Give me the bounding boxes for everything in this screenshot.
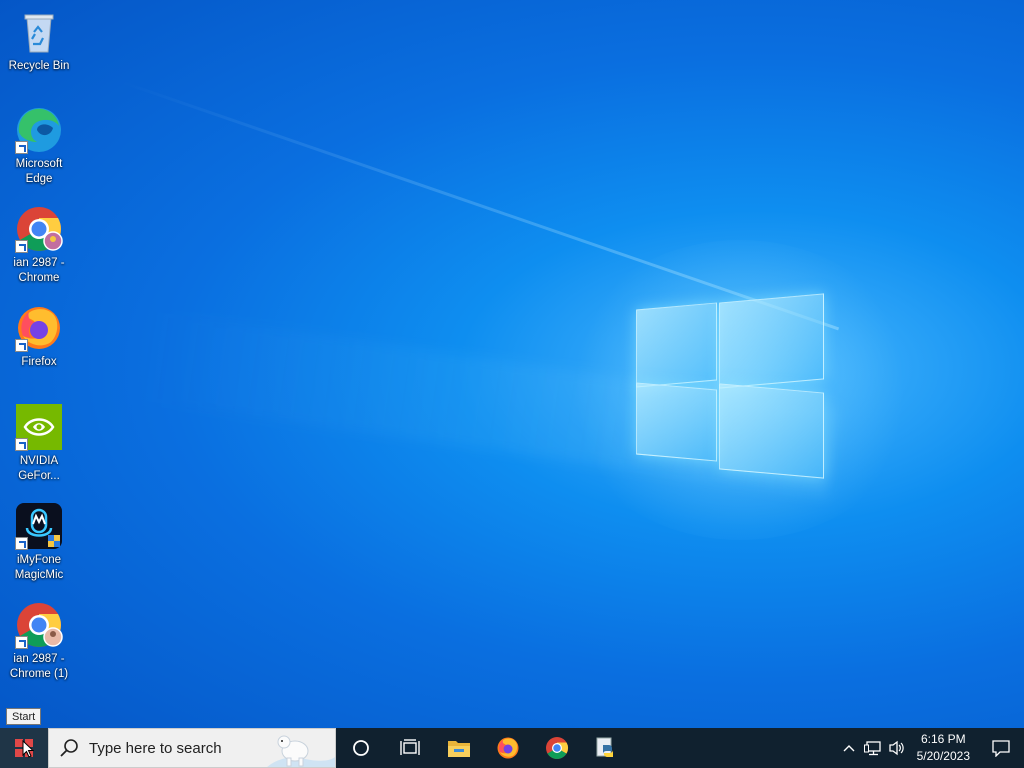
search-placeholder: Type here to search	[89, 739, 222, 757]
desktop-icon-chrome-profile-1[interactable]: ian 2987 - Chrome (1)	[3, 601, 75, 682]
start-tooltip: Start	[6, 708, 42, 725]
recycle-bin-icon	[15, 8, 63, 56]
system-tray: 6:16 PM 5/20/2023	[837, 728, 1024, 768]
chrome-icon	[15, 205, 63, 253]
desktop-icon-label: Recycle Bin	[8, 60, 70, 72]
desktop-icon-label: Firefox	[21, 356, 57, 368]
edge-icon	[15, 106, 63, 154]
desktop-icon-chrome-profile[interactable]: ian 2987 - Chrome	[3, 205, 75, 286]
show-hidden-icons-button[interactable]	[837, 728, 861, 768]
desktop-icon-recycle-bin[interactable]: Recycle Bin	[3, 8, 75, 74]
desktop-icon-nvidia-geforce[interactable]: NVIDIA GeFor...	[3, 403, 75, 484]
notification-icon	[992, 740, 1010, 757]
python-icon	[596, 737, 613, 757]
shortcut-arrow-icon	[15, 339, 28, 352]
task-view-button[interactable]	[385, 728, 434, 768]
desktop-icon-label: Microsoft Edge	[15, 158, 63, 185]
chrome-icon	[15, 601, 63, 649]
desktop-icon-label: NVIDIA GeFor...	[18, 455, 60, 482]
start-button[interactable]	[0, 728, 48, 768]
network-button[interactable]	[861, 728, 885, 768]
desktop-icon-label: iMyFone MagicMic	[14, 554, 64, 581]
search-box[interactable]: Type here to search	[48, 728, 336, 768]
taskbar-firefox[interactable]	[483, 728, 532, 768]
volume-button[interactable]	[885, 728, 909, 768]
clock-date: 5/20/2023	[916, 749, 970, 763]
volume-icon	[888, 740, 904, 756]
task-view-icon	[399, 739, 420, 755]
windows-logo-wallpaper	[636, 290, 824, 480]
clock-time: 6:16 PM	[920, 732, 966, 746]
shortcut-arrow-icon	[15, 141, 28, 154]
cortana-button[interactable]	[336, 728, 385, 768]
shortcut-arrow-icon	[15, 537, 28, 550]
shortcut-arrow-icon	[15, 438, 28, 451]
desktop-icon-imyfone-magicmic[interactable]: iMyFone MagicMic	[3, 502, 75, 583]
desktop-icon-label: ian 2987 - Chrome	[13, 257, 65, 284]
taskbar-file-explorer[interactable]	[434, 728, 483, 768]
desktop-icon-label: ian 2987 - Chrome (1)	[9, 653, 69, 680]
firefox-icon	[15, 304, 63, 352]
chrome-icon	[545, 737, 568, 759]
taskbar: Type here to search 6:16 PM 5/20/2023	[0, 728, 1024, 768]
chevron-up-icon	[843, 745, 855, 752]
desktop[interactable]: Recycle Bin Microsoft Edge ian 2987 - Ch…	[0, 0, 1024, 728]
file-explorer-icon	[447, 741, 470, 757]
desktop-icon-firefox[interactable]: Firefox	[3, 304, 75, 370]
cortana-icon	[352, 740, 369, 756]
shortcut-arrow-icon	[15, 636, 28, 649]
search-icon	[60, 739, 78, 757]
mouse-cursor-icon	[22, 740, 34, 758]
nvidia-icon	[15, 403, 63, 451]
shortcut-arrow-icon	[15, 240, 28, 253]
clock[interactable]: 6:16 PM 5/20/2023	[909, 731, 978, 765]
polar-bear-highlight-icon	[267, 735, 335, 767]
action-center-button[interactable]	[978, 728, 1024, 768]
firefox-icon	[497, 737, 518, 759]
taskbar-chrome[interactable]	[532, 728, 581, 768]
desktop-icon-microsoft-edge[interactable]: Microsoft Edge	[3, 106, 75, 187]
imyfone-magicmic-icon	[15, 502, 63, 550]
network-icon	[863, 741, 881, 756]
taskbar-python[interactable]	[581, 728, 630, 768]
